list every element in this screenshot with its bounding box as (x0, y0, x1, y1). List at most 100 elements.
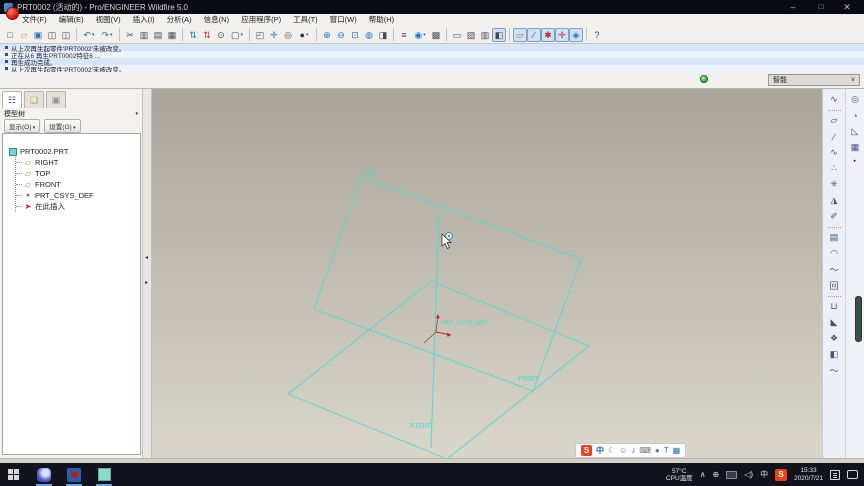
copy-icon[interactable]: ▥ (137, 28, 151, 42)
refit-icon[interactable]: ⊡ (348, 28, 362, 42)
ime-indicator[interactable]: 中 (760, 469, 768, 480)
taskbar-app-proe[interactable] (92, 463, 116, 486)
selection-filter-dropdown[interactable]: 智能 ˅ (768, 74, 860, 86)
copy-image-icon[interactable]: ▩ (429, 28, 443, 42)
hole-tool-icon[interactable]: ◎ (848, 92, 863, 107)
cut-icon[interactable]: ✂ (123, 28, 137, 42)
toolbox-icon[interactable]: ▦ (673, 444, 681, 457)
maximize-button[interactable]: □ (810, 0, 832, 14)
new-file-icon[interactable]: □ (3, 28, 17, 42)
appearance-icon[interactable]: ◉ (411, 28, 429, 42)
menu-edit[interactable]: 编辑(E) (53, 14, 90, 26)
start-button[interactable] (0, 463, 26, 486)
folder-browser-tab[interactable]: ▣ (46, 91, 66, 108)
mirror-icon[interactable]: ◧ (827, 347, 842, 362)
tree-item-insert-here[interactable]: ➤ 在此插入 (16, 201, 140, 212)
close-button[interactable]: ✕ (836, 0, 858, 14)
pattern-icon[interactable]: ❖ (827, 331, 842, 346)
show-button[interactable]: 显示(O) (4, 119, 41, 133)
skin-shirt-icon[interactable]: T (664, 444, 669, 457)
zoom-in-icon[interactable]: ⊕ (320, 28, 334, 42)
warp-icon[interactable]: 〜 (827, 363, 842, 378)
battery-icon[interactable] (726, 470, 738, 479)
flyout-arrow-icon[interactable]: ▸ (854, 158, 857, 164)
sogou-logo-icon[interactable]: S (581, 445, 592, 456)
taskbar-app-recorder[interactable] (62, 463, 86, 486)
tree-item-root[interactable]: PRT0002.PRT (9, 146, 140, 157)
hidden-line-icon[interactable]: ▨ (464, 28, 478, 42)
menu-file[interactable]: 文件(F) (16, 14, 53, 26)
annotation-display-icon[interactable]: ◈ (569, 27, 583, 42)
axis-display-icon[interactable]: ∕ (527, 27, 541, 42)
zoom-out-icon[interactable]: ⊖ (334, 28, 348, 42)
emoji-icon[interactable]: ☺ (619, 444, 627, 457)
pattern-table-icon[interactable]: ▦ (848, 140, 863, 155)
datum-plane-icon[interactable]: ▱ (827, 113, 842, 128)
menu-info[interactable]: 信息(N) (198, 14, 235, 26)
saved-views-icon[interactable]: ◎ (281, 28, 295, 42)
menu-window[interactable]: 窗口(W) (324, 14, 363, 26)
paste-special-icon[interactable]: ▦ (165, 28, 179, 42)
menu-help[interactable]: 帮助(H) (363, 14, 400, 26)
wireframe-icon[interactable]: ▭ (450, 28, 464, 42)
keyboard-icon[interactable]: ⌨ (639, 444, 651, 457)
sash-collapse-icon[interactable]: ◂ (145, 254, 148, 261)
print-icon[interactable]: ◫ (45, 28, 59, 42)
plane-label-front[interactable]: FRONT (518, 375, 540, 383)
point-display-icon[interactable]: ✱ (541, 27, 555, 42)
plane-label-top[interactable]: TOP (364, 169, 377, 177)
taskbar-app-media[interactable] (32, 463, 56, 486)
menu-view[interactable]: 视图(V) (90, 14, 127, 26)
datum-plane-outline[interactable] (313, 176, 582, 392)
plane-display-icon[interactable]: ▱ (513, 27, 527, 42)
paste-icon[interactable]: ▤ (151, 28, 165, 42)
regen-status-icon[interactable] (700, 75, 708, 83)
regenerate-icon[interactable]: ⇅ (186, 28, 200, 42)
datum-csys-icon[interactable]: ✳ (827, 177, 842, 192)
tree-item-csys[interactable]: ✶ PRT_CSYS_DEF (16, 190, 140, 201)
tree-item-front[interactable]: ▱ FRONT (16, 179, 140, 190)
find-icon[interactable]: ⊙ (214, 28, 228, 42)
message-area[interactable]: 从上次再生起零件'PRT0002'未被改变。 正在从6 再生PRT0002特征6… (0, 44, 864, 74)
model-tree[interactable]: PRT0002.PRT ▱ RIGHT ▱ TOP ▱ FRONT ✶ PRT_… (2, 133, 141, 455)
enlarge-icon[interactable]: ◰ (253, 28, 267, 42)
redo-icon[interactable]: ↷ (98, 28, 116, 42)
taskbar-clock[interactable]: 15:33 2020/7/21 (794, 467, 823, 482)
action-center-icon[interactable] (830, 469, 840, 480)
toolbar-scroll-thumb[interactable] (855, 296, 862, 342)
blend-icon[interactable]: 回 (827, 278, 842, 293)
spin-center-icon[interactable]: ✛ (267, 28, 281, 42)
menu-analysis[interactable]: 分析(A) (161, 14, 198, 26)
shade-sphere-icon[interactable]: ● (295, 28, 313, 42)
tray-expand-icon[interactable]: ∧ (700, 470, 706, 479)
undo-icon[interactable]: ↶ (80, 28, 98, 42)
style-curve-icon[interactable]: ∿ (827, 92, 842, 107)
regen-manager-icon[interactable]: ⇅ (200, 28, 214, 42)
chat-icon[interactable] (847, 470, 858, 479)
minimize-button[interactable]: – (782, 0, 804, 14)
open-icon[interactable]: ▱ (17, 28, 31, 42)
mic-icon[interactable]: ♪ (631, 444, 635, 457)
graphics-viewport[interactable]: TOP FRONT RIGHT PRT_CSYS_DEF S 中 ☾ ☺ ♪ ⌨… (152, 89, 822, 458)
model-tree-tab[interactable]: ☷ (2, 91, 22, 108)
ime-toolbar[interactable]: S 中 ☾ ☺ ♪ ⌨ ● T ▦ (575, 443, 687, 458)
datum-plane-edge[interactable] (430, 212, 440, 449)
ime-mode-chinese[interactable]: 中 (596, 444, 604, 457)
datum-curve-icon[interactable]: ∿ (827, 145, 842, 160)
select-box-icon[interactable]: ▢ (228, 28, 246, 42)
sogou-tray-icon[interactable]: S (775, 468, 788, 481)
sash-collapse-icon[interactable]: ▸ (145, 279, 148, 286)
datum-axis-icon[interactable]: ∕ (827, 129, 842, 144)
tree-item-right[interactable]: ▱ RIGHT (16, 157, 140, 168)
account-icon[interactable]: ● (655, 444, 660, 457)
shell-icon[interactable]: ⊔ (827, 299, 842, 314)
sweep-icon[interactable]: ～ (827, 262, 842, 277)
quick-print-icon[interactable]: ◫ (59, 28, 73, 42)
extrude-icon[interactable]: ▤ (827, 230, 842, 245)
round-tool-icon[interactable]: ◔ (848, 108, 863, 123)
context-help-icon[interactable]: ? (590, 28, 604, 42)
shaded-icon[interactable]: ◧ (492, 27, 506, 42)
datum-plane-outline[interactable] (287, 280, 590, 458)
layers-icon[interactable]: ≡ (397, 28, 411, 42)
network-icon[interactable]: ⊕ (713, 470, 720, 479)
